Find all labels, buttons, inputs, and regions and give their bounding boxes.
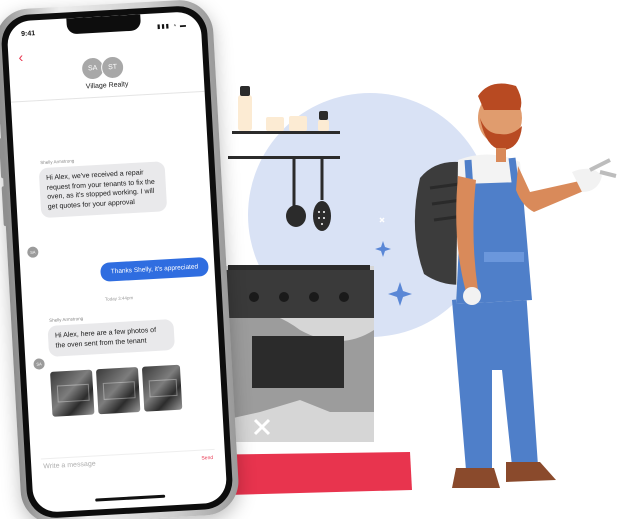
- group-avatars[interactable]: SA ST: [80, 55, 125, 81]
- messages-screen: 9:41 ▮▮▮ ◔ ▬ ‹ SA ST Village Realty Shel…: [6, 10, 228, 514]
- avatar: SA: [33, 358, 45, 370]
- message-bubble-outgoing[interactable]: Thanks Shelly, it's appreciated: [100, 256, 209, 282]
- message-sender: Shelly Armstrong: [40, 158, 75, 166]
- ladle-icon: [286, 205, 306, 227]
- status-icons: ▮▮▮ ◔ ▬: [156, 22, 188, 31]
- status-time: 9:41: [20, 30, 36, 38]
- notch: [66, 14, 142, 35]
- home-indicator[interactable]: [95, 494, 166, 502]
- message-bubble-incoming[interactable]: Hi Alex, here are a few photos of the ov…: [47, 318, 175, 357]
- avatar: SA: [27, 246, 39, 258]
- send-button[interactable]: Send: [201, 455, 213, 462]
- phone-mockup: 9:41 ▮▮▮ ◔ ▬ ‹ SA ST Village Realty Shel…: [0, 0, 241, 519]
- jar-icon: [266, 117, 284, 131]
- oven-photo[interactable]: [141, 364, 183, 412]
- compose-bar: Write a message Send: [40, 448, 216, 478]
- message-input[interactable]: Write a message: [43, 461, 96, 471]
- oven-photo[interactable]: [95, 366, 141, 415]
- hero-illustration: 9:41 ▮▮▮ ◔ ▬ ‹ SA ST Village Realty Shel…: [0, 0, 618, 519]
- skimmer-icon: [313, 201, 331, 231]
- message-bubble-incoming[interactable]: Hi Alex, we've received a repair request…: [38, 161, 168, 219]
- message-timestamp: Today 3:44pm: [104, 295, 134, 302]
- oven-photo[interactable]: [50, 369, 95, 417]
- oven-icon: [224, 265, 374, 442]
- back-chevron-icon[interactable]: ‹: [18, 49, 24, 65]
- avatar: ST: [100, 55, 125, 80]
- spray-bottle-icon: [238, 95, 252, 131]
- message-sender: Shelly Armstrong: [49, 315, 84, 323]
